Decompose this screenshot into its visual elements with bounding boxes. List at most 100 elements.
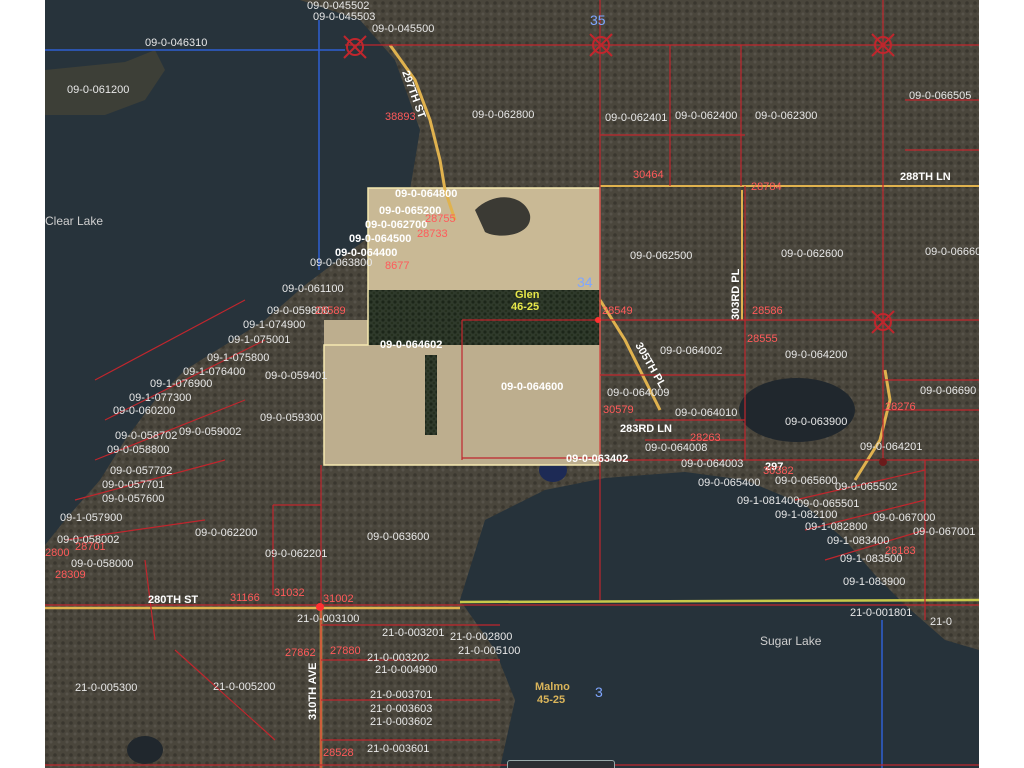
parcel-id: 09-0-065400 — [698, 477, 760, 489]
parcel-id: 21-0-001801 — [850, 607, 912, 619]
tree-strip — [425, 355, 437, 435]
parcel-id: 09-0-058800 — [107, 444, 169, 456]
parcel-id: 09-0-062401 — [605, 112, 667, 124]
parcel-id: 09-1-076400 — [183, 366, 245, 378]
parcel-id: 09-1-083900 — [843, 576, 905, 588]
address-number: 30579 — [603, 404, 634, 416]
parcel-id: 09-1-083400 — [827, 535, 889, 547]
parcel-id: 09-0-066505 — [909, 90, 971, 102]
parcel-id: 09-1-075001 — [228, 334, 290, 346]
parcel-id: 09-0-064010 — [675, 407, 737, 419]
address-number: 28755 — [425, 213, 456, 225]
clear-lake-label: Clear Lake — [45, 214, 103, 228]
address-number: 30382 — [763, 465, 794, 477]
address-number: 28784 — [751, 181, 782, 193]
address-number: 28701 — [75, 541, 106, 553]
parcel-id: 09-1-057900 — [60, 512, 122, 524]
parcel-id: 09-0-060200 — [113, 405, 175, 417]
address-number: 27862 — [285, 647, 316, 659]
parcel-id: 09-0-064602 — [380, 339, 442, 351]
parcel-id: 09-0-061200 — [67, 84, 129, 96]
township-name-glen: Glen — [515, 289, 540, 301]
section-corner-icon — [871, 310, 895, 334]
section-number-3: 3 — [595, 684, 603, 700]
parcel-id: 09-0-059401 — [265, 370, 327, 382]
parcel-id: 09-1-076900 — [150, 378, 212, 390]
address-number: 2800 — [45, 547, 69, 559]
parcel-id: 09-0-046310 — [145, 37, 207, 49]
parcel-id: 09-0-062500 — [630, 250, 692, 262]
parcel-id: 21-0-003701 — [370, 689, 432, 701]
parcel-id: 09-0-064600 — [501, 381, 563, 393]
address-number: 27880 — [330, 645, 361, 657]
address-number: 8677 — [385, 260, 409, 272]
section-corner-icon — [343, 35, 367, 59]
township-code-glen: 46-25 — [511, 301, 539, 313]
bottom-panel-tab[interactable] — [507, 760, 615, 768]
parcel-id: 21-0-005200 — [213, 681, 275, 693]
parcel-id: 21-0 — [930, 616, 952, 628]
parcel-id: 09-0-059300 — [260, 412, 322, 424]
address-number: 31032 — [274, 587, 305, 599]
address-number: 31002 — [323, 593, 354, 605]
section-corner-icon — [871, 33, 895, 57]
section-number-35: 35 — [590, 12, 606, 28]
parcel-id: 09-0-058702 — [115, 430, 177, 442]
address-number: 28586 — [752, 305, 783, 317]
parcel-id: 09-1-082100 — [775, 509, 837, 521]
parcel-id: 09-1-075800 — [207, 352, 269, 364]
parcel-id: 09-0-067000 — [873, 512, 935, 524]
parcel-id: 09-0-062600 — [781, 248, 843, 260]
parcel-id: 09-0-057600 — [102, 493, 164, 505]
address-number: 30464 — [633, 169, 664, 181]
parcel-id: 21-0-002800 — [450, 631, 512, 643]
sugar-lake-label: Sugar Lake — [760, 634, 822, 648]
township-name-malmo: Malmo — [535, 681, 570, 693]
tree-plantation — [368, 290, 600, 345]
parcel-id: 09-0-062800 — [472, 109, 534, 121]
parcel-id: 21-0-005300 — [75, 682, 137, 694]
address-number: 28276 — [885, 401, 916, 413]
section-number-34: 34 — [577, 274, 593, 290]
parcel-id: 09-1-074900 — [243, 319, 305, 331]
parcel-id: 09-0-062201 — [265, 548, 327, 560]
address-number: 31166 — [230, 592, 260, 604]
road-label-288th-ln: 288TH LN — [900, 171, 951, 183]
parcel-id: 09-0-045500 — [372, 23, 434, 35]
parcel-id: 09-0-063900 — [785, 416, 847, 428]
parcel-id: 09-0-064009 — [607, 387, 669, 399]
small-lake-sw — [127, 736, 163, 764]
parcel-id: 09-0-064003 — [681, 458, 743, 470]
address-number: 28309 — [55, 569, 86, 581]
parcel-id: 09-0-06690 — [920, 385, 976, 397]
parcel-id: 09-0-057702 — [110, 465, 172, 477]
parcel-id: 09-0-062200 — [195, 527, 257, 539]
parcel-id: 21-0-003602 — [370, 716, 432, 728]
address-number: 28733 — [417, 228, 448, 240]
parcel-id: 21-0-005100 — [458, 645, 520, 657]
parcel-id: 09-0-059002 — [179, 426, 241, 438]
section-corner-dot — [595, 317, 601, 323]
parcel-id: 09-0-045503 — [313, 11, 375, 23]
parcel-id: 09-0-062300 — [755, 110, 817, 122]
parcel-id: 09-0-063800 — [310, 257, 372, 269]
parcel-id: 09-0-06660 — [925, 246, 979, 258]
parcel-id: 09-1-077300 — [129, 392, 191, 404]
section-corner-icon — [589, 33, 613, 57]
parcel-id: 09-0-064500 — [349, 233, 411, 245]
road-label-283rd-ln: 283RD LN — [620, 423, 672, 435]
road-label-310th-ave: 310TH AVE — [307, 663, 319, 720]
parcel-id: 09-0-063402 — [566, 453, 628, 465]
road-label-303rd-pl: 303RD PL — [730, 268, 742, 320]
address-number: 28555 — [747, 333, 778, 345]
parcel-id: 09-1-081400 — [737, 495, 799, 507]
small-lake-east — [739, 378, 855, 442]
parcel-id: 09-0-064200 — [785, 349, 847, 361]
parcel-map[interactable]: Clear Lake Sugar Lake Glen 46-25 Malmo 4… — [45, 0, 979, 768]
map-viewport[interactable]: Clear Lake Sugar Lake Glen 46-25 Malmo 4… — [45, 0, 979, 768]
parcel-id: 09-1-082800 — [805, 521, 867, 533]
parcel-id: 09-0-062400 — [675, 110, 737, 122]
parcel-id: 09-0-063600 — [367, 531, 429, 543]
section-corner-dot — [879, 458, 887, 466]
address-number: 28589 — [315, 305, 346, 317]
